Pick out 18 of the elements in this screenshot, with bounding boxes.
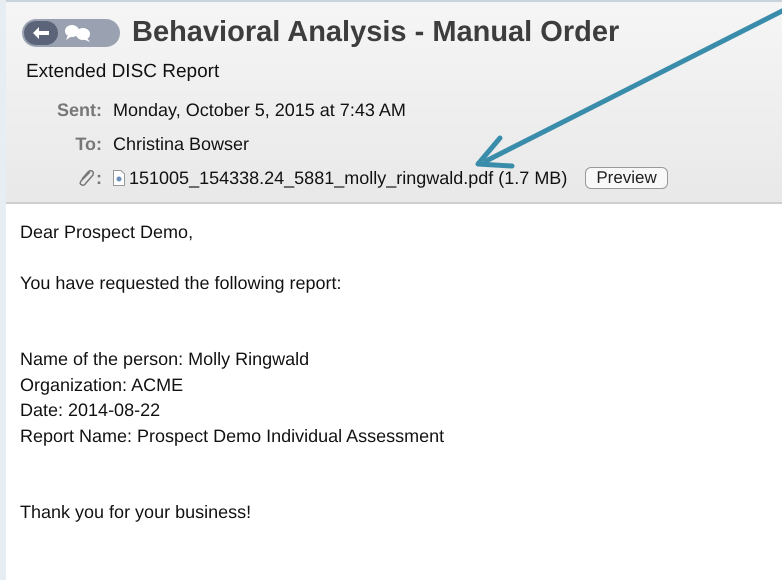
- field-label: To:: [74, 134, 102, 154]
- message-text: Name of the person: Molly Ringwald: [20, 348, 310, 371]
- field-label: :: [96, 168, 102, 188]
- navigation-control[interactable]: [22, 18, 120, 46]
- preview-button[interactable]: Preview: [585, 167, 668, 189]
- attachment-link[interactable]: 151005_154338.24_5881_molly_ringwald.pdf (1.7 MB): [129, 168, 568, 188]
- message-text: Dear Prospect Demo,: [20, 221, 194, 244]
- field-value: Monday, October 5, 2015 at 7:43 AM: [113, 100, 406, 120]
- message-text: You have requested the following report:: [20, 272, 343, 295]
- field-value: Christina Bowser: [113, 134, 250, 154]
- field-label: Sent:: [56, 100, 102, 120]
- document-icon: [113, 170, 125, 186]
- message-text: Report Name: Prospect Demo Individual Assessment: [20, 424, 446, 448]
- message-text: Thank you for your business!: [20, 501, 252, 524]
- message-title: Behavioral Analysis - Manual Order: [132, 16, 620, 49]
- message-text: Organization: ACME: [20, 374, 184, 397]
- message-subject: Extended DISC Report: [26, 61, 220, 83]
- message-text: Date: 2014-08-22: [20, 399, 162, 422]
